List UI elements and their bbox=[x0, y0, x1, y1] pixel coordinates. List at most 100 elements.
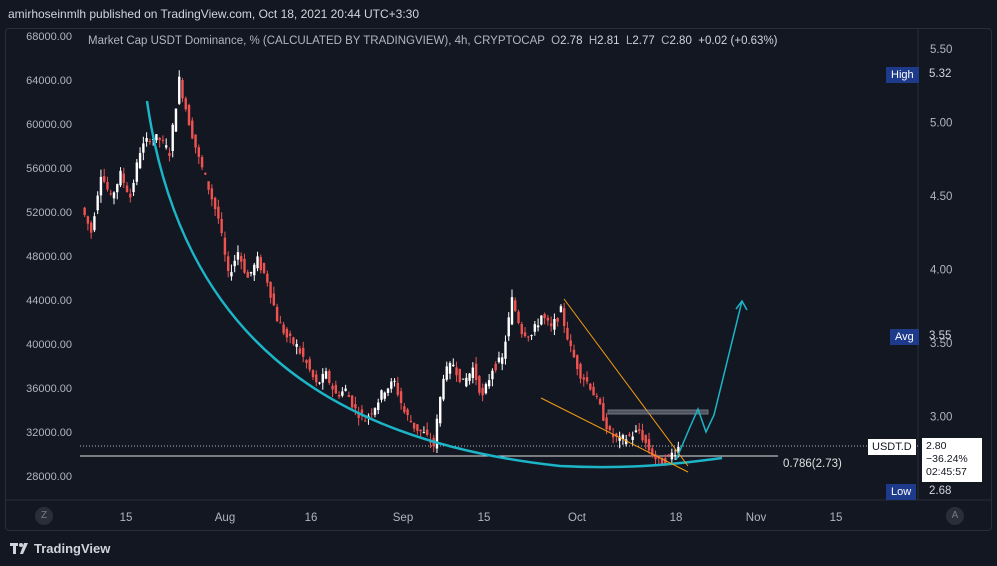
avg-tag: Avg bbox=[890, 329, 919, 345]
candle-body bbox=[363, 420, 367, 422]
candle-body bbox=[412, 422, 416, 429]
candle-body bbox=[566, 327, 569, 340]
candle-body bbox=[373, 408, 377, 415]
legend-l-value: 2.77 bbox=[632, 35, 655, 47]
candle-body bbox=[673, 455, 677, 457]
footer bbox=[0, 531, 997, 566]
tradingview-logo[interactable]: TradingView bbox=[10, 541, 110, 556]
x-axis-tick: 15 bbox=[830, 512, 843, 524]
candle-body bbox=[478, 376, 481, 393]
candle-body bbox=[350, 395, 354, 408]
candle-body bbox=[262, 263, 266, 273]
chart-legend: Market Cap USDT Dominance, % (CALCULATED… bbox=[88, 35, 778, 47]
candle-body bbox=[132, 182, 135, 193]
candle-body bbox=[89, 222, 93, 233]
candle-body bbox=[579, 363, 582, 379]
candle-body bbox=[559, 306, 563, 313]
high-tag: High bbox=[886, 67, 919, 83]
candle-body bbox=[191, 120, 194, 139]
candle-body bbox=[125, 185, 129, 193]
candle-body bbox=[181, 80, 184, 99]
candle-body bbox=[406, 409, 409, 416]
candle-body bbox=[481, 387, 484, 396]
candle-body bbox=[164, 145, 168, 148]
candle-body bbox=[187, 104, 191, 126]
high-value: 5.32 bbox=[929, 68, 952, 80]
candle-body bbox=[484, 384, 488, 394]
candle-body bbox=[458, 368, 461, 382]
candle-body bbox=[197, 147, 201, 157]
candle-body bbox=[569, 340, 572, 347]
left-axis-tick: 40000.00 bbox=[26, 339, 72, 351]
candle-body bbox=[341, 391, 344, 396]
candle-body bbox=[455, 367, 458, 376]
x-axis-tick: 15 bbox=[120, 512, 133, 524]
candle-body bbox=[168, 152, 171, 157]
candle-body bbox=[556, 317, 559, 322]
candle-body bbox=[354, 404, 357, 409]
candle-body bbox=[491, 370, 494, 380]
legend-o-value: 2.78 bbox=[560, 35, 583, 47]
candle-body bbox=[504, 341, 507, 359]
candle-body bbox=[210, 188, 214, 200]
candle-body bbox=[184, 98, 187, 110]
candle-body bbox=[514, 300, 517, 311]
candle-body bbox=[517, 311, 520, 324]
candle-body bbox=[628, 434, 631, 436]
legend-title: Market Cap USDT Dominance, % (CALCULATED… bbox=[88, 35, 545, 47]
candle-body bbox=[305, 360, 308, 363]
x-axis-tick: Nov bbox=[746, 512, 767, 524]
price-chart[interactable]: 68000.00 64000.00 60000.00 56000.00 52000.00… bbox=[0, 0, 997, 566]
legend-change: +0.02 (+0.63%) bbox=[698, 35, 778, 47]
candle-body bbox=[494, 363, 497, 371]
candle-body bbox=[302, 347, 305, 357]
candle-body bbox=[109, 193, 112, 195]
candle-body bbox=[311, 370, 315, 378]
candle-body bbox=[269, 281, 272, 298]
candle-body bbox=[230, 271, 233, 277]
candle-body bbox=[122, 173, 125, 183]
candle-body bbox=[292, 337, 295, 345]
candle-body bbox=[93, 216, 96, 231]
candle-body bbox=[582, 377, 585, 380]
candle-body bbox=[161, 139, 165, 141]
candle-body bbox=[213, 197, 217, 210]
legend-h-label: H bbox=[588, 35, 598, 47]
brand-name: TradingView bbox=[34, 541, 111, 556]
candle-body bbox=[321, 373, 324, 383]
candle-body bbox=[334, 384, 338, 394]
legend-h-value: 2.81 bbox=[597, 35, 620, 47]
candle-body bbox=[445, 366, 448, 380]
candle-body bbox=[282, 324, 285, 334]
low-value: 2.68 bbox=[929, 485, 952, 497]
candle-body bbox=[99, 176, 103, 196]
candle-body bbox=[442, 378, 445, 400]
timezone-button[interactable]: Z bbox=[35, 507, 53, 525]
candle-body bbox=[275, 306, 279, 322]
candle-body bbox=[171, 124, 174, 152]
candle-body bbox=[272, 293, 276, 306]
candle-body bbox=[220, 219, 223, 234]
candle-body bbox=[83, 207, 86, 216]
candle-body bbox=[409, 420, 413, 423]
candle-body bbox=[377, 402, 380, 410]
candle-body bbox=[380, 390, 383, 400]
candle-body bbox=[543, 314, 546, 319]
candle-body bbox=[536, 325, 540, 328]
candle-body bbox=[523, 332, 527, 337]
bar-countdown: 02:45:57 bbox=[926, 466, 967, 478]
candle-body bbox=[390, 381, 393, 389]
candle-body bbox=[288, 333, 292, 336]
candle-body bbox=[331, 385, 334, 390]
right-axis-tick: 3.00 bbox=[930, 412, 952, 424]
candle-body bbox=[439, 396, 442, 424]
x-axis-tick: 15 bbox=[478, 512, 491, 524]
candle-body bbox=[465, 377, 468, 387]
right-axis-tick: 5.50 bbox=[930, 44, 952, 56]
left-axis-tick: 68000.00 bbox=[26, 31, 72, 43]
candle-body bbox=[178, 76, 181, 104]
candle-body bbox=[145, 138, 148, 142]
candle-body bbox=[497, 357, 501, 363]
auto-scale-button[interactable]: A bbox=[946, 507, 964, 525]
candle-body bbox=[103, 176, 106, 182]
